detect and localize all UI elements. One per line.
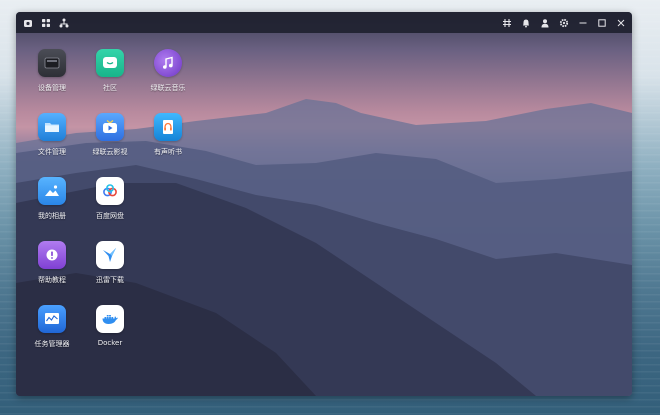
- app-music[interactable]: 绿联云音乐: [140, 49, 196, 105]
- app-help[interactable]: 帮助教程: [24, 241, 80, 297]
- app-label: 绿联云影视: [92, 148, 128, 156]
- tv-icon: [96, 113, 124, 141]
- app-label: 设备管理: [38, 84, 66, 92]
- desktop-window: 设备管理 社区 绿联云音乐 文件管理 绿联云影视 有声听书 我的相册 百度网盘 …: [16, 12, 632, 396]
- maximize-icon[interactable]: [597, 18, 607, 28]
- headphones-icon: [154, 113, 182, 141]
- desktop-apps: 设备管理 社区 绿联云音乐 文件管理 绿联云影视 有声听书 我的相册 百度网盘 …: [16, 33, 632, 396]
- app-audiobook[interactable]: 有声听书: [140, 113, 196, 169]
- app-label: 社区: [103, 84, 117, 92]
- title-bar: [16, 12, 632, 33]
- app-label: 帮助教程: [38, 276, 66, 284]
- cloud-icon: [96, 177, 124, 205]
- app-thunder[interactable]: 迅雷下载: [82, 241, 138, 297]
- photo-icon: [38, 177, 66, 205]
- app-device-manager[interactable]: 设备管理: [24, 49, 80, 105]
- app-label: 我的相册: [38, 212, 66, 220]
- pin-icon[interactable]: [502, 18, 512, 28]
- monitor-icon: [38, 305, 66, 333]
- network-icon[interactable]: [59, 18, 69, 28]
- folder-icon: [38, 113, 66, 141]
- help-icon: [38, 241, 66, 269]
- app-label: 迅雷下载: [96, 276, 124, 284]
- app-task-manager[interactable]: 任务管理器: [24, 305, 80, 361]
- app-community[interactable]: 社区: [82, 49, 138, 105]
- minimize-icon[interactable]: [578, 18, 588, 28]
- gear-icon[interactable]: [559, 18, 569, 28]
- bird-icon: [96, 241, 124, 269]
- user-icon[interactable]: [540, 18, 550, 28]
- device-icon: [38, 49, 66, 77]
- app-label: 有声听书: [154, 148, 182, 156]
- chat-icon: [96, 49, 124, 77]
- app-label: 百度网盘: [96, 212, 124, 220]
- app-file-manager[interactable]: 文件管理: [24, 113, 80, 169]
- app-label: Docker: [97, 339, 123, 347]
- app-label: 文件管理: [38, 148, 66, 156]
- close-icon[interactable]: [616, 18, 626, 28]
- grid-icon[interactable]: [41, 18, 51, 28]
- bell-icon[interactable]: [521, 18, 531, 28]
- app-video[interactable]: 绿联云影视: [82, 113, 138, 169]
- app-docker[interactable]: Docker: [82, 305, 138, 361]
- app-label: 任务管理器: [34, 340, 70, 348]
- home-icon[interactable]: [23, 18, 33, 28]
- music-icon: [154, 49, 182, 77]
- app-label: 绿联云音乐: [150, 84, 186, 92]
- app-baidu-netdisk[interactable]: 百度网盘: [82, 177, 138, 233]
- app-photos[interactable]: 我的相册: [24, 177, 80, 233]
- docker-icon: [96, 305, 124, 333]
